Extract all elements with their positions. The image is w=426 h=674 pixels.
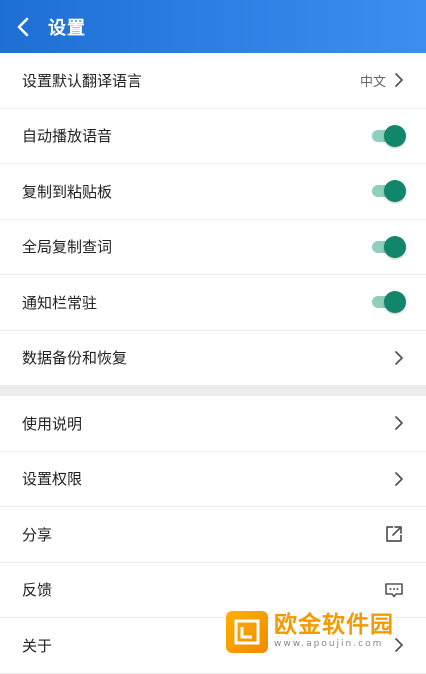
menu-label: 设置权限 [22, 470, 83, 489]
menu-label: 关于 [22, 636, 53, 655]
setting-label: 复制到粘贴板 [22, 182, 113, 201]
feedback-icon [385, 582, 403, 598]
menu-label: 反馈 [22, 581, 53, 600]
setting-label: 全局复制查词 [22, 238, 113, 257]
setting-label: 数据备份和恢复 [22, 349, 128, 368]
global-copy-lookup-toggle[interactable] [370, 235, 406, 258]
back-arrow-icon [17, 17, 29, 36]
app-header: 设置 [0, 0, 426, 53]
page-title: 设置 [48, 17, 86, 39]
setting-backup-restore[interactable]: 数据备份和恢复 [0, 330, 426, 386]
setting-label: 通知栏常驻 [22, 293, 98, 312]
menu-permissions[interactable]: 设置权限 [0, 451, 426, 507]
setting-auto-play-voice: 自动播放语音 [0, 108, 426, 164]
watermark-logo-icon [226, 610, 268, 653]
menu-instructions[interactable]: 使用说明 [0, 396, 426, 452]
setting-default-language[interactable]: 设置默认翻译语言 中文 [0, 53, 426, 109]
section-divider [0, 385, 426, 396]
menu-label: 使用说明 [22, 414, 83, 433]
setting-label: 自动播放语音 [22, 127, 113, 146]
setting-notification-resident: 通知栏常驻 [0, 275, 426, 331]
menu-share[interactable]: 分享 [0, 507, 426, 563]
chevron-right-icon [395, 350, 403, 365]
back-button[interactable] [0, 0, 46, 53]
auto-play-voice-toggle[interactable] [370, 124, 406, 147]
settings-list: 设置默认翻译语言 中文 自动播放语音 复制到粘贴板 全局复制查词 通知栏常驻 数… [0, 53, 426, 386]
setting-value: 中文 [359, 74, 386, 90]
chevron-right-icon [395, 471, 403, 486]
share-icon [386, 526, 402, 543]
chevron-right-icon [395, 416, 403, 431]
setting-global-copy-lookup: 全局复制查词 [0, 219, 426, 275]
notification-resident-toggle[interactable] [370, 291, 406, 314]
menu-label: 分享 [22, 525, 53, 544]
setting-label: 设置默认翻译语言 [22, 71, 143, 90]
watermark-url: www.apoujin.com [274, 639, 384, 649]
watermark-name: 欧金软件园 [274, 612, 394, 638]
site-watermark: 欧金软件园 www.apoujin.com [226, 606, 426, 657]
chevron-right-icon [395, 73, 403, 88]
copy-to-clipboard-toggle[interactable] [370, 180, 406, 203]
setting-copy-to-clipboard: 复制到粘贴板 [0, 164, 426, 220]
